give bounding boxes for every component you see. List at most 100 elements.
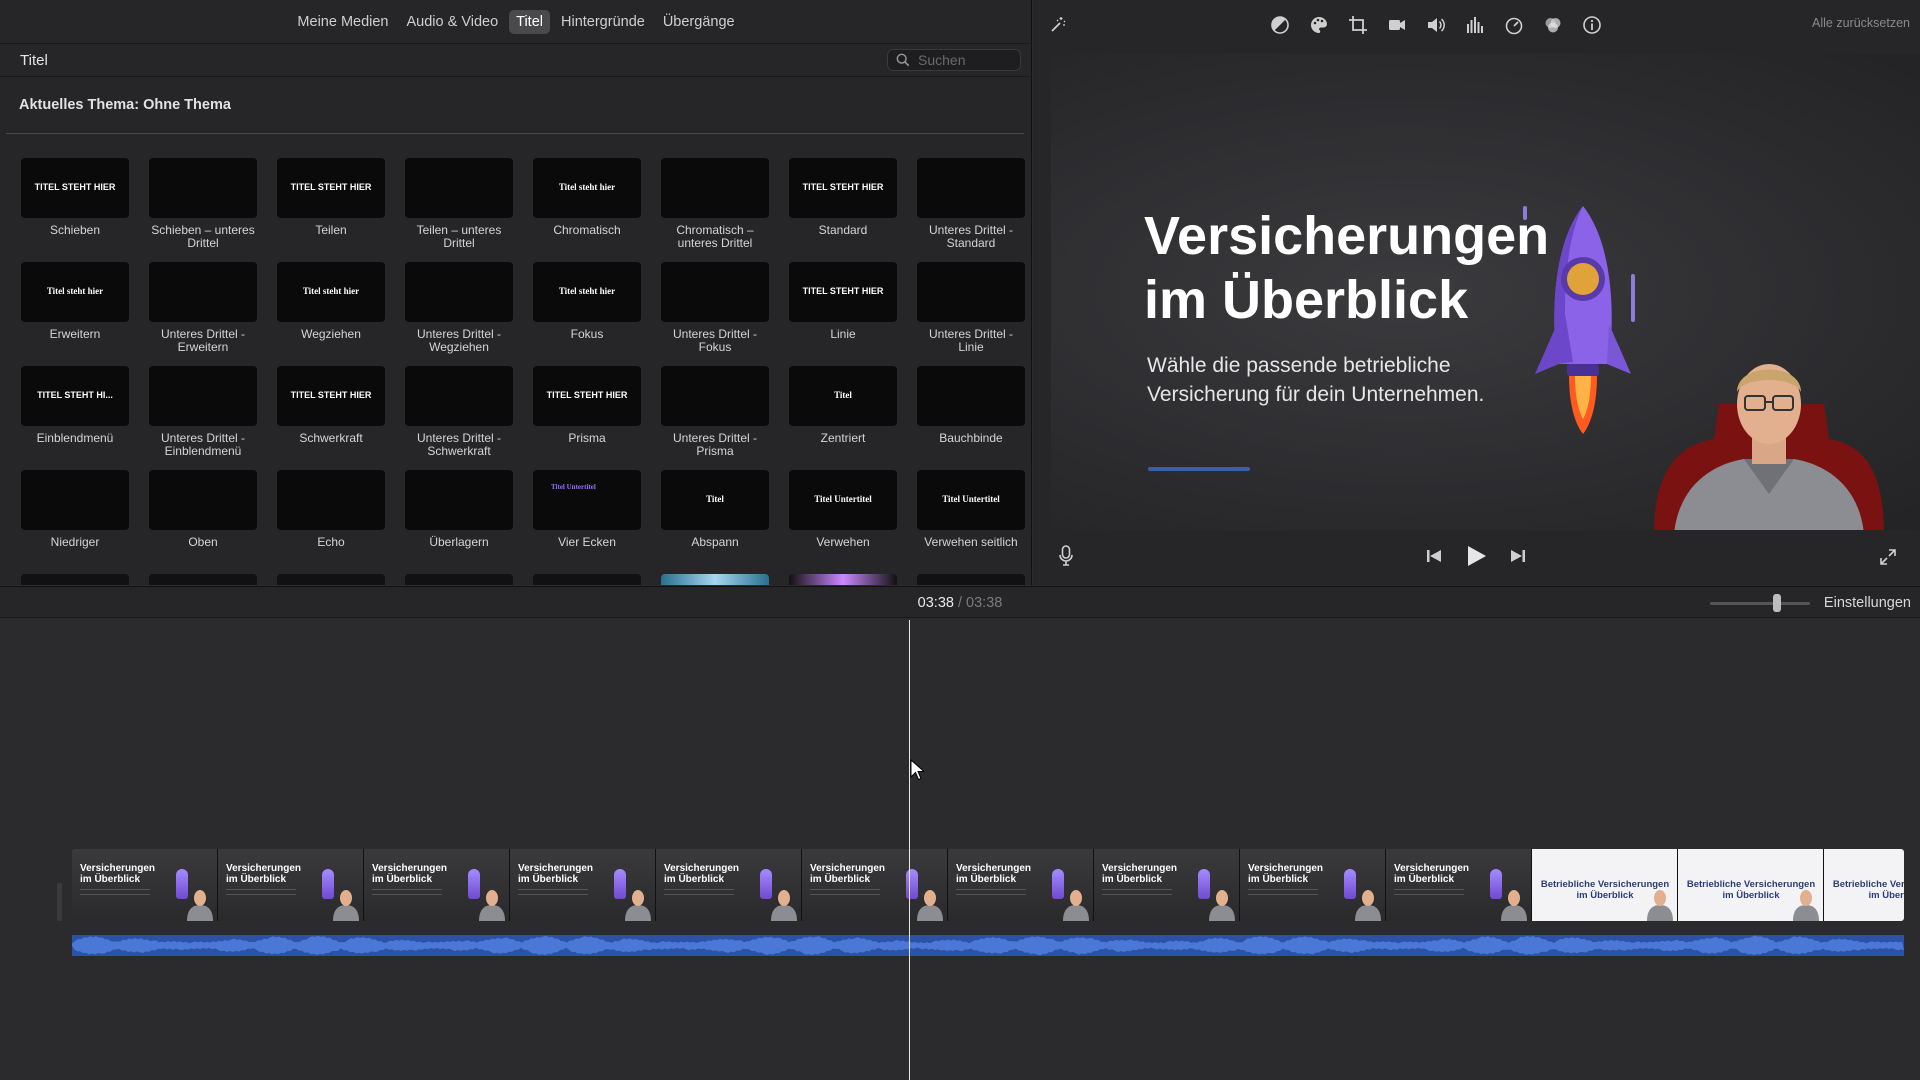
stabilization-icon[interactable] (1386, 14, 1408, 36)
tab-meine-medien[interactable]: Meine Medien (290, 10, 395, 34)
title-tile[interactable]: TITEL STEHT HIER Schwerkraft (277, 366, 385, 461)
title-thumbnail[interactable] (405, 262, 513, 322)
title-thumb-partial[interactable] (21, 574, 129, 585)
color-correction-icon[interactable] (1308, 14, 1330, 36)
color-balance-icon[interactable] (1269, 14, 1291, 36)
title-tile[interactable]: Oben (149, 470, 257, 565)
title-thumbnail[interactable] (405, 366, 513, 426)
title-tile[interactable]: Titel Untertitel Verwehen (789, 470, 897, 565)
title-thumb-partial[interactable] (917, 574, 1025, 585)
title-thumbnail[interactable]: TITEL STEHT HIER (533, 366, 641, 426)
title-tile[interactable]: Unteres Drittel - Wegziehen (405, 262, 513, 357)
tab-titel[interactable]: Titel (509, 9, 550, 34)
speed-icon[interactable] (1503, 14, 1525, 36)
title-tile[interactable]: Unteres Drittel - Fokus (661, 262, 769, 357)
volume-icon[interactable] (1425, 14, 1447, 36)
title-thumbnail[interactable] (149, 158, 257, 218)
title-tile[interactable]: TITEL STEHT HIER Teilen (277, 158, 385, 253)
title-tile[interactable]: Echo (277, 470, 385, 565)
search-field[interactable]: Suchen (887, 49, 1021, 71)
tab-übergänge[interactable]: Übergänge (656, 10, 742, 34)
title-tile[interactable]: Unteres Drittel - Schwerkraft (405, 366, 513, 461)
title-tile[interactable]: Titel Untertitel Verwehen seitlich (917, 470, 1025, 565)
title-tile[interactable]: Unteres Drittel - Prisma (661, 366, 769, 461)
title-tile[interactable]: Schieben – unteres Drittel (149, 158, 257, 253)
title-thumbnail[interactable] (149, 366, 257, 426)
reset-all-button[interactable]: Alle zurücksetzen (1812, 16, 1910, 30)
magic-wand-icon[interactable] (1047, 14, 1069, 36)
title-thumbnail[interactable] (917, 262, 1025, 322)
title-tile[interactable]: TITEL STEHT HIER Linie (789, 262, 897, 357)
title-tile[interactable]: Unteres Drittel - Einblendmenü (149, 366, 257, 461)
title-thumbnail[interactable] (405, 158, 513, 218)
title-tile[interactable]: Titel steht hier Wegziehen (277, 262, 385, 357)
title-tile[interactable]: Unteres Drittel - Linie (917, 262, 1025, 357)
title-tile[interactable]: TITEL STEHT HIER Standard (789, 158, 897, 253)
crop-icon[interactable] (1347, 14, 1369, 36)
title-thumb-partial[interactable] (149, 574, 257, 585)
title-thumbnail[interactable]: Titel steht hier (277, 262, 385, 322)
zoom-slider[interactable] (1710, 602, 1810, 605)
title-tile[interactable]: Unteres Drittel - Erweitern (149, 262, 257, 357)
title-tile[interactable]: Titel Zentriert (789, 366, 897, 461)
tab-audio-video[interactable]: Audio & Video (400, 10, 506, 34)
title-tile[interactable]: Titel steht hier Chromatisch (533, 158, 641, 253)
title-thumbnail[interactable]: Titel steht hier (533, 262, 641, 322)
title-thumbnail[interactable]: Titel (789, 366, 897, 426)
title-tile[interactable]: Titel Abspann (661, 470, 769, 565)
title-thumb-partial[interactable] (277, 574, 385, 585)
title-thumbnail[interactable] (277, 470, 385, 530)
title-tile[interactable]: Teilen – unteres Drittel (405, 158, 513, 253)
title-thumbnail[interactable]: TITEL STEHT HIER (21, 158, 129, 218)
audio-waveform[interactable] (72, 935, 1904, 956)
title-thumbnail[interactable]: Titel Untertitel (917, 470, 1025, 530)
title-tile[interactable]: Bauchbinde (917, 366, 1025, 461)
play-button[interactable] (1463, 543, 1489, 569)
settings-button[interactable]: Einstellungen (1824, 595, 1911, 611)
playhead[interactable] (909, 620, 910, 1080)
skip-back-icon[interactable] (1424, 546, 1444, 566)
title-tile[interactable]: Niedriger (21, 470, 129, 565)
title-thumbnail[interactable] (661, 158, 769, 218)
title-thumbnail[interactable] (149, 470, 257, 530)
noise-reduction-icon[interactable] (1464, 14, 1486, 36)
title-thumbnail[interactable] (149, 262, 257, 322)
title-thumbnail[interactable] (917, 366, 1025, 426)
microphone-icon[interactable] (1055, 544, 1077, 568)
title-thumbnail[interactable]: TITEL STEHT HIER (277, 158, 385, 218)
title-thumb-partial[interactable] (405, 574, 513, 585)
title-thumbnail[interactable]: Titel steht hier (533, 158, 641, 218)
title-thumbnail[interactable]: TITEL STEHT HIER (789, 262, 897, 322)
clip-handle[interactable] (57, 883, 62, 921)
clip-filter-icon[interactable] (1542, 14, 1564, 36)
title-tile[interactable]: Chromatisch – unteres Drittel (661, 158, 769, 253)
video-clip[interactable]: Versicherungen im Überblick Versicherunge… (72, 849, 1904, 921)
title-tile[interactable]: Überlagern (405, 470, 513, 565)
skip-forward-icon[interactable] (1508, 546, 1528, 566)
title-thumbnail[interactable]: TITEL STEHT HIER (277, 366, 385, 426)
title-thumbnail[interactable]: TITEL STEHT HIER (789, 158, 897, 218)
title-thumbnail[interactable]: Titel steht hier (21, 262, 129, 322)
title-thumbnail[interactable] (21, 470, 129, 530)
title-thumbnail[interactable]: Titel (661, 470, 769, 530)
title-thumb-partial[interactable] (661, 574, 769, 585)
title-thumb-partial[interactable] (789, 574, 897, 585)
title-thumb-partial[interactable] (533, 574, 641, 585)
tab-hintergründe[interactable]: Hintergründe (554, 10, 652, 34)
fullscreen-icon[interactable] (1877, 546, 1899, 568)
title-tile[interactable]: Unteres Drittel - Standard (917, 158, 1025, 253)
timeline[interactable]: Versicherungen im Überblick Versicherunge… (0, 619, 1920, 1080)
title-thumbnail[interactable] (661, 366, 769, 426)
info-icon[interactable] (1581, 14, 1603, 36)
title-tile[interactable]: Titel steht hier Erweitern (21, 262, 129, 357)
video-preview[interactable]: Versicherungen im Überblick Wähle die pa… (1051, 54, 1920, 530)
title-tile[interactable]: TITEL STEHT HIER Schieben (21, 158, 129, 253)
title-tile[interactable]: Titel steht hier Fokus (533, 262, 641, 357)
title-thumbnail[interactable]: TITEL STEHT HI... (21, 366, 129, 426)
title-thumbnail[interactable] (661, 262, 769, 322)
title-tile[interactable]: Titel Untertitel Vier Ecken (533, 470, 641, 565)
title-tile[interactable]: TITEL STEHT HI... Einblendmenü (21, 366, 129, 461)
title-thumbnail[interactable] (405, 470, 513, 530)
zoom-slider-knob[interactable] (1773, 594, 1781, 612)
title-thumbnail[interactable] (917, 158, 1025, 218)
